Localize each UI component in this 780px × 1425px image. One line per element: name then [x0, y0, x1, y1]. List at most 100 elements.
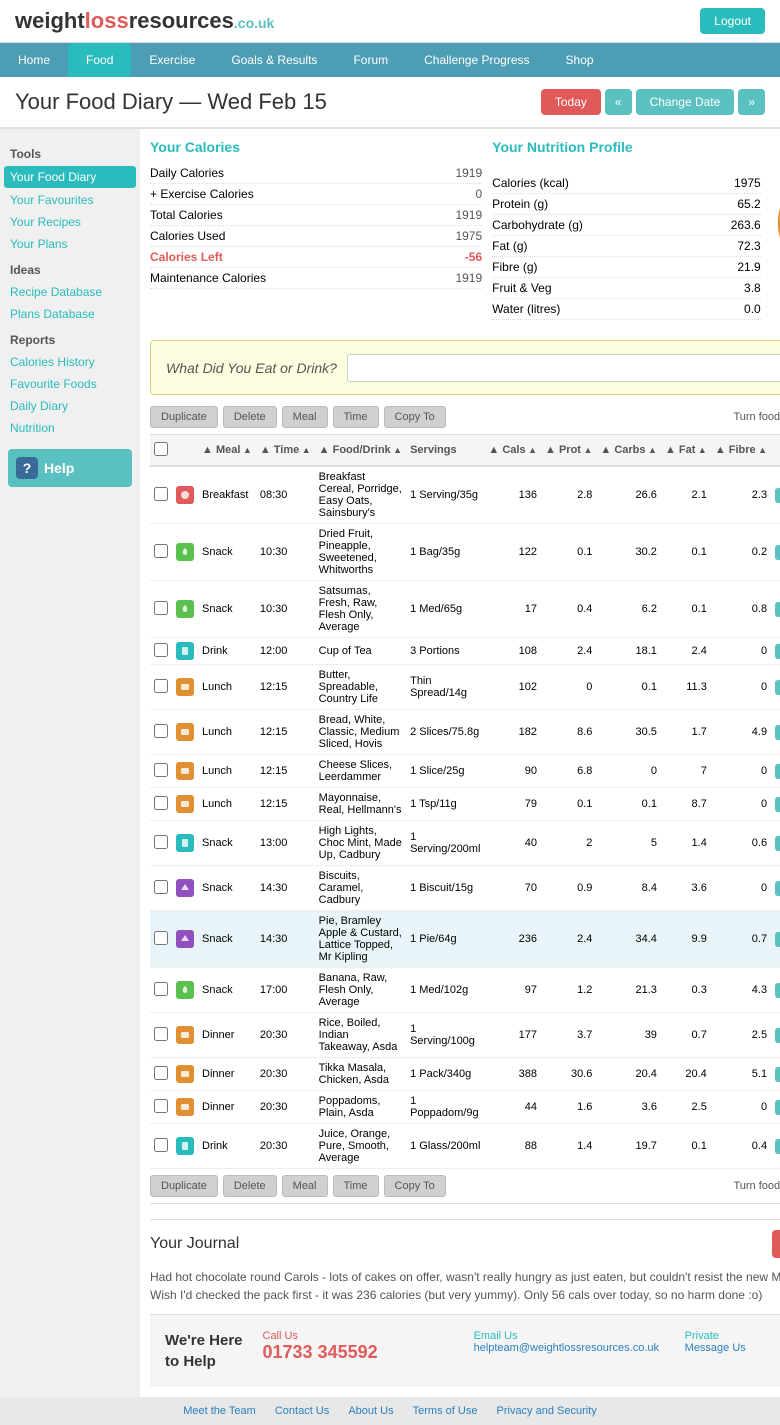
th-meal[interactable]: ▲ Meal	[198, 435, 256, 466]
table-row: dinner 20:30 Poppadoms, Plain, Asda 1 Po…	[150, 1091, 780, 1124]
help-box[interactable]: ? Help	[8, 449, 132, 487]
row-select-checkbox[interactable]	[154, 724, 168, 738]
row-select-checkbox[interactable]	[154, 1027, 168, 1041]
th-food[interactable]: ▲ Food/Drink	[315, 435, 406, 466]
edit-button[interactable]: Edit	[775, 1139, 780, 1154]
row-fibre: 0.8	[711, 581, 771, 638]
sidebar-item-plans-db[interactable]: Plans Database	[0, 303, 140, 325]
edit-button[interactable]: Edit	[775, 545, 780, 560]
row-select-checkbox[interactable]	[154, 796, 168, 810]
meal-button[interactable]: Meal	[282, 406, 328, 428]
row-carbs: 21.3	[596, 968, 661, 1013]
th-carbs[interactable]: ▲ Carbs	[596, 435, 661, 466]
copy-to-button[interactable]: Copy To	[384, 406, 446, 428]
time-button-bottom[interactable]: Time	[333, 1175, 379, 1197]
row-select-checkbox[interactable]	[154, 763, 168, 777]
row-select-checkbox[interactable]	[154, 643, 168, 657]
row-select-checkbox[interactable]	[154, 835, 168, 849]
nav-exercise[interactable]: Exercise	[131, 43, 213, 77]
edit-button[interactable]: Edit	[775, 881, 780, 896]
copy-to-button-bottom[interactable]: Copy To	[384, 1175, 446, 1197]
edit-button[interactable]: Edit	[775, 983, 780, 998]
th-cals[interactable]: ▲ Cals	[484, 435, 541, 466]
sidebar-item-plans[interactable]: Your Plans	[0, 233, 140, 255]
th-prot[interactable]: ▲ Prot	[541, 435, 596, 466]
sidebar-item-nutrition[interactable]: Nutrition	[0, 417, 140, 439]
nav-shop[interactable]: Shop	[548, 43, 612, 77]
footer-link-about[interactable]: About Us	[348, 1405, 393, 1417]
nav-challenge[interactable]: Challenge Progress	[406, 43, 547, 77]
edit-button[interactable]: Edit	[775, 1100, 780, 1115]
edit-button[interactable]: Edit	[775, 1067, 780, 1082]
logout-button[interactable]: Logout	[700, 8, 765, 34]
sidebar-item-daily-diary[interactable]: Daily Diary	[0, 395, 140, 417]
search-input[interactable]	[347, 354, 780, 382]
th-fat[interactable]: ▲ Fat	[661, 435, 711, 466]
row-select-checkbox[interactable]	[154, 1099, 168, 1113]
row-carbs: 18.1	[596, 638, 661, 665]
sidebar-item-recipes[interactable]: Your Recipes	[0, 211, 140, 233]
th-time[interactable]: ▲ Time	[256, 435, 315, 466]
delete-button-bottom[interactable]: Delete	[223, 1175, 277, 1197]
row-select-checkbox[interactable]	[154, 1066, 168, 1080]
prev-date-button[interactable]: «	[605, 89, 632, 115]
fruit-icon	[179, 984, 191, 996]
row-checkbox	[150, 1124, 172, 1169]
row-select-checkbox[interactable]	[154, 487, 168, 501]
select-all-checkbox[interactable]	[154, 442, 168, 456]
nav-forum[interactable]: Forum	[335, 43, 406, 77]
edit-button[interactable]: Edit	[775, 644, 780, 659]
row-servings: 1 Slice/25g	[406, 755, 484, 788]
duplicate-button[interactable]: Duplicate	[150, 406, 218, 428]
row-select-checkbox[interactable]	[154, 601, 168, 615]
sidebar-item-food-diary[interactable]: Your Food Diary	[4, 166, 136, 188]
meal-button-bottom[interactable]: Meal	[282, 1175, 328, 1197]
th-fibre[interactable]: ▲ Fibre	[711, 435, 771, 466]
message-link[interactable]: Message Us	[685, 1342, 780, 1354]
edit-journal-button[interactable]: Edit Your Journal	[772, 1230, 780, 1258]
nut-row: Water (litres)0.0	[492, 299, 761, 320]
row-servings: 1 Pie/64g	[406, 911, 484, 968]
footer-link-privacy[interactable]: Privacy and Security	[497, 1405, 597, 1417]
th-servings: Servings	[406, 435, 484, 466]
nav-home[interactable]: Home	[0, 43, 68, 77]
edit-button[interactable]: Edit	[775, 725, 780, 740]
edit-button[interactable]: Edit	[775, 932, 780, 947]
row-select-checkbox[interactable]	[154, 982, 168, 996]
row-meal: dinner	[198, 1058, 256, 1091]
cal-row-total: Total Calories 1919	[150, 205, 482, 226]
duplicate-button-bottom[interactable]: Duplicate	[150, 1175, 218, 1197]
change-date-button[interactable]: Change Date	[636, 89, 735, 115]
delete-button[interactable]: Delete	[223, 406, 277, 428]
footer-link-contact[interactable]: Contact Us	[275, 1405, 329, 1417]
nav-goals[interactable]: Goals & Results	[213, 43, 335, 77]
edit-button[interactable]: Edit	[775, 797, 780, 812]
row-fat: 0.1	[661, 1124, 711, 1169]
sidebar-item-recipe-db[interactable]: Recipe Database	[0, 281, 140, 303]
row-select-checkbox[interactable]	[154, 931, 168, 945]
nav-food[interactable]: Food	[68, 43, 131, 77]
next-date-button[interactable]: »	[738, 89, 765, 115]
edit-button[interactable]: Edit	[775, 680, 780, 695]
edit-button[interactable]: Edit	[775, 836, 780, 851]
edit-button[interactable]: Edit	[775, 488, 780, 503]
edit-button[interactable]: Edit	[775, 764, 780, 779]
table-row: snack 13:00 High Lights, Choc Mint, Made…	[150, 821, 780, 866]
row-select-checkbox[interactable]	[154, 679, 168, 693]
row-servings: 1 Pack/340g	[406, 1058, 484, 1091]
footer-link-team[interactable]: Meet the Team	[183, 1405, 256, 1417]
row-select-checkbox[interactable]	[154, 544, 168, 558]
edit-button[interactable]: Edit	[775, 602, 780, 617]
row-select-checkbox[interactable]	[154, 880, 168, 894]
sidebar-item-favourite-foods[interactable]: Favourite Foods	[0, 373, 140, 395]
row-carbs: 30.2	[596, 524, 661, 581]
sidebar-item-calories-history[interactable]: Calories History	[0, 351, 140, 373]
table-row: snack 14:30 Biscuits, Caramel, Cadbury 1…	[150, 866, 780, 911]
journal-title: Your Journal	[150, 1235, 239, 1253]
footer-link-terms[interactable]: Terms of Use	[413, 1405, 478, 1417]
time-button[interactable]: Time	[333, 406, 379, 428]
sidebar-item-favourites[interactable]: Your Favourites	[0, 189, 140, 211]
row-icon-cell	[172, 1091, 198, 1124]
today-button[interactable]: Today	[541, 89, 601, 115]
edit-button[interactable]: Edit	[775, 1028, 780, 1043]
